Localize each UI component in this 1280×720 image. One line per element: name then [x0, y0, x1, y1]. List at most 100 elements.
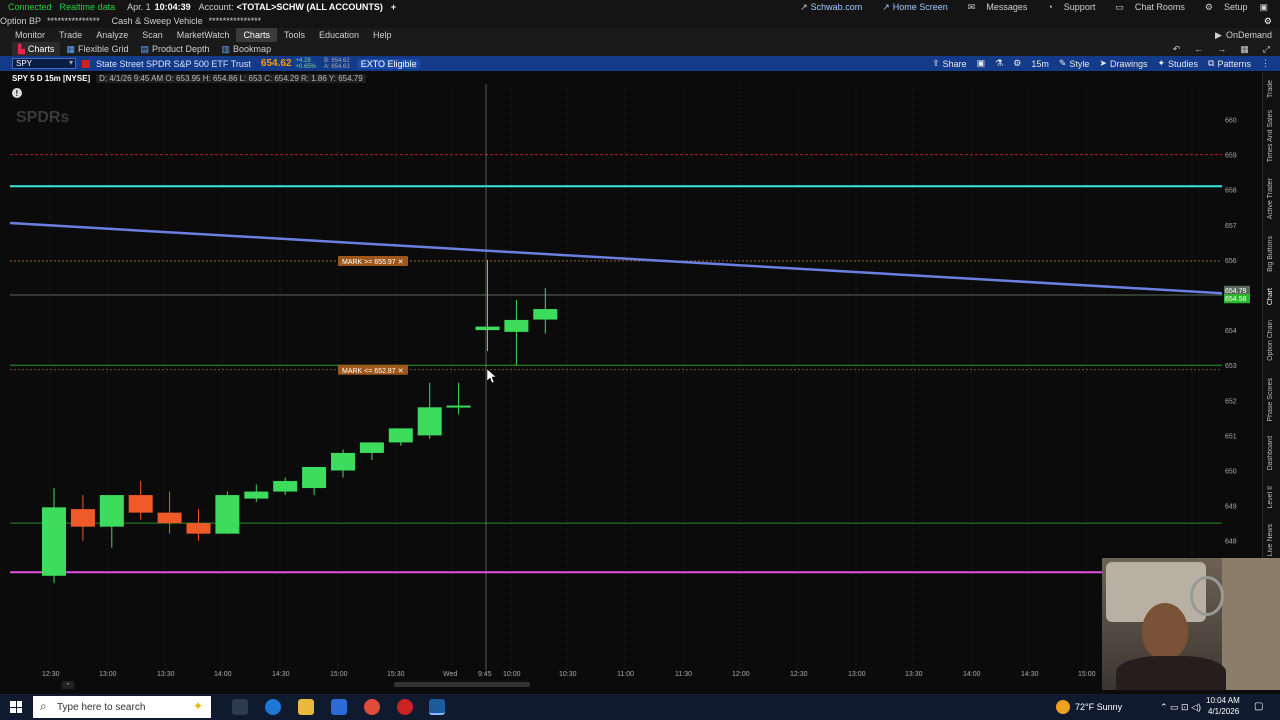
schwab-link[interactable]: ↗ Schwab.com	[792, 2, 862, 13]
thinkorswim-icon[interactable]	[429, 699, 445, 715]
menu-charts[interactable]: Charts	[236, 28, 277, 42]
candle-body	[388, 428, 413, 443]
y-tick-label: 652	[1225, 398, 1237, 405]
menu-tools[interactable]: Tools	[277, 28, 312, 42]
studies-button[interactable]: ✦ Studies	[1157, 58, 1198, 69]
panel-tab-trade[interactable]: Trade	[1267, 80, 1274, 98]
tab-charts[interactable]: ▙ Charts	[12, 42, 61, 56]
support-button[interactable]: ◔ Support	[1039, 2, 1095, 12]
x-tick-label: 15:30	[387, 671, 405, 678]
tray-icons[interactable]: ⌃ ▭ ⊡ ◁)	[1160, 702, 1201, 713]
search-icon: ⌕	[40, 699, 47, 713]
panel-tab-big-buttons[interactable]: Big Buttons	[1267, 236, 1274, 272]
tab-bookmap[interactable]: ▥ Bookmap	[216, 42, 278, 56]
layout-icon[interactable]: ▦	[1240, 44, 1249, 55]
windows-taskbar: ⌕ Type here to search ✦ 72°F Sunny ⌃ ▭ ⊡…	[0, 694, 1280, 720]
task-view-icon[interactable]	[232, 699, 248, 715]
y-tick-label: 648	[1225, 539, 1237, 546]
price-box-text: 654.79	[1225, 288, 1247, 295]
background-shelf	[1222, 558, 1280, 690]
x-tick-label: 15:00	[330, 671, 348, 678]
x-tick-label: Wed	[443, 671, 457, 678]
candle-body	[244, 491, 269, 499]
x-tick-label: 14:00	[963, 671, 981, 678]
taskbar-search-input[interactable]: ⌕ Type here to search ✦	[33, 696, 211, 718]
symbol-input[interactable]: SPY	[12, 58, 76, 69]
file-explorer-icon[interactable]	[298, 699, 314, 715]
back-icon[interactable]: ←	[1194, 44, 1203, 54]
account-bar: Option BP *************** Cash & Sweep V…	[0, 14, 1280, 28]
app-icon[interactable]	[397, 699, 413, 715]
menu-help[interactable]: Help	[366, 28, 399, 42]
undo-icon[interactable]: ↶	[1173, 44, 1181, 55]
cash-label: Cash & Sweep Vehicle	[111, 16, 203, 26]
patterns-button[interactable]: ⧉ Patterns	[1208, 58, 1251, 69]
panel-tab-phase-scores[interactable]: Phase Scores	[1267, 378, 1274, 422]
y-tick-label: 660	[1225, 118, 1237, 125]
y-tick-label: 651	[1225, 433, 1237, 440]
notification-icon[interactable]: ▢	[1254, 701, 1263, 712]
sparkle-icon: ✦	[192, 699, 203, 713]
tab-flexible-grid[interactable]: ▦ Flexible Grid	[60, 42, 134, 56]
menu-education[interactable]: Education	[312, 28, 366, 42]
grid-icon: ▦	[66, 44, 75, 54]
link-icon: ↗	[800, 1, 808, 12]
chat-rooms-button[interactable]: ▭ Chat Rooms	[1107, 2, 1185, 13]
layout-button[interactable]: ▣	[977, 58, 986, 69]
chart-scrollbar[interactable]	[394, 682, 530, 687]
panel-tab-dashboard[interactable]: Dashboard	[1267, 436, 1274, 470]
x-tick-label: 13:00	[99, 671, 117, 678]
forward-icon[interactable]: →	[1217, 44, 1226, 54]
tab-product-depth[interactable]: ▤ Product Depth	[134, 42, 215, 56]
candle-body	[42, 507, 66, 576]
price-chart[interactable]: 6486496506516526536546556566576586596606…	[0, 84, 1280, 690]
setup-button[interactable]: ⚙ Setup	[1197, 2, 1248, 13]
panel-tab-option-chain[interactable]: Option Chain	[1267, 320, 1274, 361]
panel-tab-level-ii[interactable]: Level II	[1267, 486, 1274, 509]
style-button[interactable]: ✎ Style	[1059, 58, 1090, 69]
edge-icon[interactable]	[265, 699, 281, 715]
y-tick-label: 654	[1225, 328, 1237, 335]
bookmap-icon: ▥	[221, 44, 231, 54]
chart-info-bar: SPY 5 D 15m [NYSE] D: 4/1/26 9:45 AM O: …	[0, 72, 1280, 84]
panel-tab-chart[interactable]: Chart	[1267, 288, 1274, 305]
timeframe-button[interactable]: 15m	[1031, 59, 1049, 69]
store-icon[interactable]	[331, 699, 347, 715]
studies-icon: ✦	[1157, 58, 1165, 68]
main-menu: Monitor Trade Analyze Scan MarketWatch C…	[0, 28, 1280, 42]
share-button[interactable]: ⇪ Share	[932, 58, 967, 69]
home-screen-button[interactable]: ↗ Home Screen	[874, 2, 948, 13]
menu-analyze[interactable]: Analyze	[89, 28, 135, 42]
last-price: 654.62	[260, 58, 292, 69]
add-icon[interactable]: +	[391, 2, 396, 12]
menu-monitor[interactable]: Monitor	[8, 28, 52, 42]
beaker-button[interactable]: ⚗	[995, 58, 1003, 69]
clock: 10:04:39	[154, 2, 191, 12]
candle-body	[186, 523, 211, 534]
menu-marketwatch[interactable]: MarketWatch	[170, 28, 237, 42]
chrome-icon[interactable]	[364, 699, 380, 715]
gear-icon[interactable]: ⚙	[1264, 16, 1272, 27]
menu-icon[interactable]: ⋮	[1261, 58, 1270, 69]
candle-body	[331, 452, 355, 471]
menu-trade[interactable]: Trade	[52, 28, 89, 42]
lock-icon[interactable]: ▣	[1259, 2, 1268, 13]
x-tick-label: 12:30	[42, 671, 60, 678]
account-value[interactable]: <TOTAL>SCHW (ALL ACCOUNTS)	[237, 2, 383, 12]
expand-icon[interactable]: ⤢	[1263, 44, 1270, 55]
ondemand-button[interactable]: OnDemand	[1226, 30, 1272, 40]
alert-label: MARK >= 655.97 ✕	[342, 259, 404, 266]
drawings-button[interactable]: ➤ Drawings	[1099, 58, 1147, 69]
y-tick-label: 649	[1225, 504, 1237, 511]
settings-button[interactable]: ⚙	[1013, 58, 1021, 69]
windows-start-icon[interactable]	[10, 701, 22, 713]
panel-tab-live-news[interactable]: Live News	[1267, 524, 1274, 556]
x-tick-label: 12:30	[790, 671, 808, 678]
panel-tab-active-trader[interactable]: Active Trader	[1267, 178, 1274, 219]
y-tick-label: 657	[1225, 223, 1237, 230]
panel-tab-times-and-sales[interactable]: Times And Sales	[1267, 110, 1274, 162]
messages-button[interactable]: ✉ Messages	[960, 2, 1028, 13]
y-tick-label: 656	[1225, 258, 1237, 265]
candle-body	[359, 442, 384, 453]
menu-scan[interactable]: Scan	[135, 28, 170, 42]
